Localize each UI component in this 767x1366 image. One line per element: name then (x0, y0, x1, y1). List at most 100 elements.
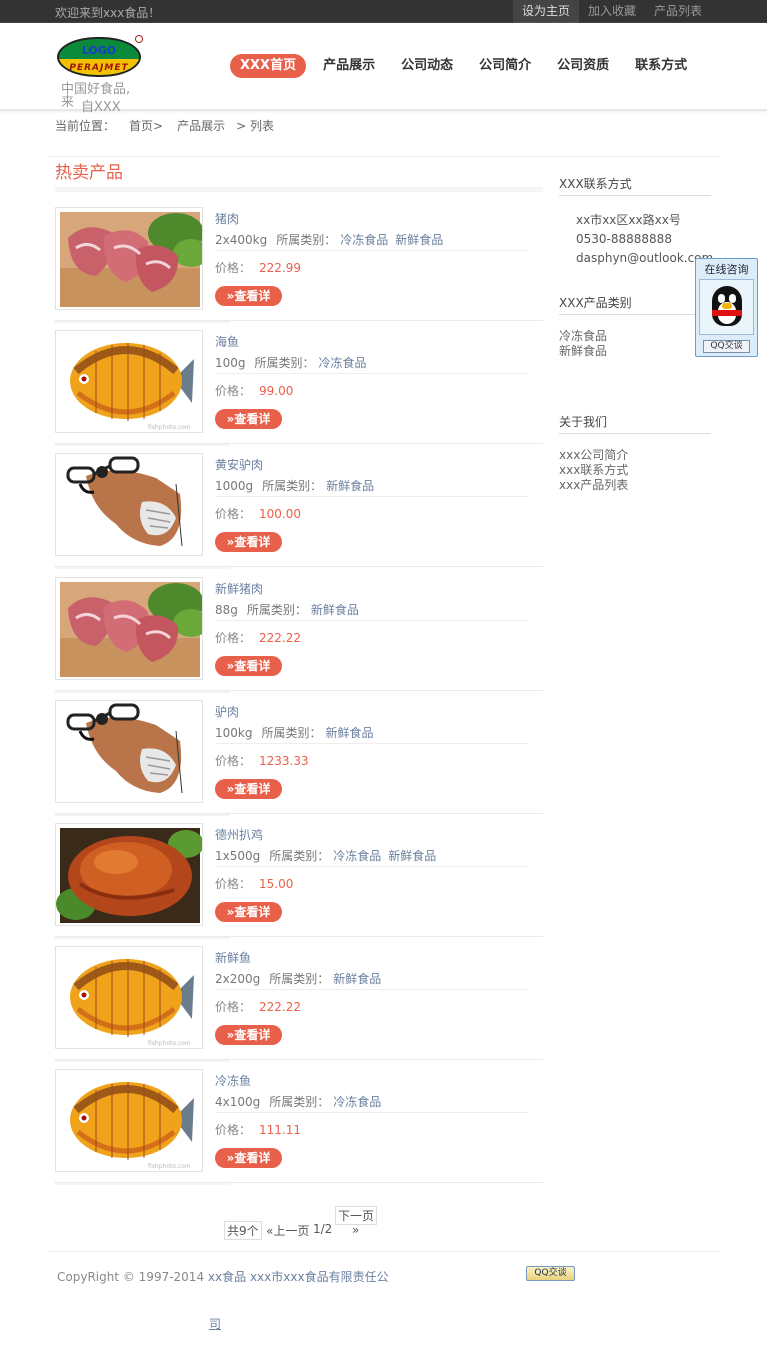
view-detail-button[interactable]: »查看详 (215, 656, 282, 676)
product-image[interactable] (55, 700, 203, 803)
product-name[interactable]: 德州扒鸡 (215, 826, 263, 843)
site-header: LOGO PERAJMET 中国好食品,来 自XXX XXX首页 产品展示 公司… (0, 23, 767, 114)
product-spec: 88g (215, 603, 238, 617)
product-name[interactable]: 新鲜猪肉 (215, 580, 263, 597)
product-price: 价格： 15.00 (215, 875, 293, 892)
sidebar-about-item[interactable]: xxx产品列表 (559, 478, 711, 493)
product-category-link[interactable]: 冷冻食品 (319, 356, 367, 370)
product-category-link[interactable]: 新鲜食品 (326, 726, 374, 740)
site-logo[interactable]: LOGO PERAJMET (57, 35, 143, 81)
sidebar-category-item[interactable]: 新鲜食品 (559, 344, 711, 359)
product-category-link[interactable]: 冷冻食品 (333, 849, 381, 863)
product-name[interactable]: 驴肉 (215, 703, 239, 720)
footer-divider (48, 1251, 720, 1252)
divider (48, 156, 720, 157)
price-label: 价格： (215, 384, 252, 398)
product-category-link[interactable]: 冷冻食品 (340, 233, 388, 247)
product-meta: 88g 所属类别： 新鲜食品 (215, 601, 528, 621)
product-category-link[interactable]: 冷冻食品 (333, 1095, 381, 1109)
welcome-text: 欢迎来到xxx食品！ (55, 6, 161, 20)
product-category-link[interactable]: 新鲜食品 (388, 849, 436, 863)
product-name[interactable]: 黄安驴肉 (215, 456, 263, 473)
price-value: 222.99 (259, 261, 302, 275)
section-title: 热卖产品 (55, 163, 123, 183)
product-price: 价格： 99.00 (215, 382, 293, 399)
product-image[interactable] (55, 453, 203, 556)
price-label: 价格： (215, 754, 252, 768)
pager-prev[interactable]: «上一页 (266, 1222, 309, 1239)
contact-address: xx市xx区xx路xx号 (576, 213, 681, 227)
product-name[interactable]: 新鲜鱼 (215, 949, 251, 966)
add-favorite-link[interactable]: 加入收藏 (579, 0, 645, 23)
product-image[interactable]: fishphoto.com (55, 330, 203, 433)
view-detail-button[interactable]: »查看详 (215, 902, 282, 922)
view-detail-button[interactable]: »查看详 (215, 1148, 282, 1168)
product-meta: 1000g 所属类别： 新鲜食品 (215, 477, 528, 497)
product-item: 驴肉 100kg 所属类别： 新鲜食品 价格： 1233.33 »查看详 (55, 700, 543, 824)
product-divider (55, 1059, 543, 1062)
product-category-link[interactable]: 新鲜食品 (395, 233, 443, 247)
breadcrumb-home[interactable]: 首页> (129, 117, 163, 134)
footer: CopyRight © 1997-2014 xx食品 xxx市xxx食品有限责任… (57, 1268, 389, 1285)
footer-link-company[interactable]: xxx市xxx食品有限责任公 (250, 1270, 389, 1284)
product-list-link[interactable]: 产品列表 (645, 0, 711, 23)
product-image[interactable] (55, 577, 203, 680)
nav-home[interactable]: XXX首页 (230, 54, 307, 78)
category-label: 所属类别： (269, 849, 330, 863)
product-image[interactable]: fishphoto.com (55, 946, 203, 1049)
pager-next-arrow[interactable]: » (352, 1223, 359, 1237)
pager-total: 共9个 (224, 1221, 262, 1240)
product-name[interactable]: 海鱼 (215, 333, 239, 350)
sidebar-contact-title: XXX联系方式 (559, 175, 711, 196)
view-detail-button[interactable]: »查看详 (215, 409, 282, 429)
product-image[interactable] (55, 207, 203, 310)
view-detail-button[interactable]: »查看详 (215, 1025, 282, 1045)
top-links: 设为主页 加入收藏 产品列表 (512, 0, 711, 23)
product-image[interactable]: fishphoto.com (55, 1069, 203, 1172)
set-homepage-link[interactable]: 设为主页 (512, 0, 579, 23)
product-item: 德州扒鸡 1x500g 所属类别： 冷冻食品 新鲜食品价格： 15.00 »查看详 (55, 823, 543, 947)
footer-link-brand[interactable]: xx食品 (208, 1270, 246, 1284)
product-image[interactable] (55, 823, 203, 926)
sidebar-about-item[interactable]: xxx联系方式 (559, 463, 711, 478)
product-spec: 100g (215, 356, 246, 370)
product-category-link[interactable]: 新鲜食品 (333, 972, 381, 986)
price-value: 222.22 (259, 1000, 302, 1014)
logo-text: LOGO (81, 44, 117, 57)
view-detail-button[interactable]: »查看详 (215, 286, 282, 306)
nav-products[interactable]: 产品展示 (323, 54, 375, 78)
product-item: fishphoto.com 新鲜鱼 2x200g 所属类别： 新鲜食品 价格： 222.22… (55, 946, 543, 1070)
product-price: 价格： 222.99 (215, 259, 301, 276)
breadcrumb-products[interactable]: 产品展示 (177, 117, 225, 134)
nav-qualification[interactable]: 公司资质 (557, 54, 609, 78)
nav-news[interactable]: 公司动态 (401, 54, 453, 78)
contact-email: dasphyn@outlook.com (576, 251, 714, 265)
qq-consult-widget[interactable]: 在线咨询 QQ交谈 (695, 258, 758, 357)
price-label: 价格： (215, 877, 252, 891)
product-divider (55, 936, 543, 939)
product-category-link[interactable]: 新鲜食品 (311, 603, 359, 617)
product-name[interactable]: 猪肉 (215, 210, 239, 227)
product-item: 猪肉 2x400kg 所属类别： 冷冻食品 新鲜食品 价格： 222.99 »查看详 (55, 207, 543, 331)
product-category-link[interactable]: 新鲜食品 (326, 479, 374, 493)
view-detail-button[interactable]: »查看详 (215, 779, 282, 799)
nav-about[interactable]: 公司简介 (479, 54, 531, 78)
footer-link-company-wrap[interactable]: 司 (209, 1315, 221, 1332)
sidebar-about-item[interactable]: xxx公司简介 (559, 448, 711, 463)
contact-info: xx市xx区xx路xx号 0530-88888888 dasphyn@outlo… (576, 211, 713, 268)
logo-subtext: PERAJMET (69, 63, 129, 73)
qq-chat-badge[interactable]: QQ交谈 (526, 1266, 575, 1281)
view-detail-button[interactable]: »查看详 (215, 532, 282, 552)
section-divider (55, 187, 543, 192)
qq-penguin-icon (699, 279, 754, 335)
nav-contact[interactable]: 联系方式 (635, 54, 687, 78)
pager-page: 1/2 (313, 1222, 333, 1236)
sidebar-category-item[interactable]: 冷冻食品 (559, 329, 711, 344)
svg-text:fishphoto.com: fishphoto.com (148, 1163, 191, 1170)
qq-chat-button[interactable]: QQ交谈 (703, 340, 750, 353)
product-spec: 1x500g (215, 849, 261, 863)
product-name[interactable]: 冷冻鱼 (215, 1072, 251, 1089)
svg-text:fishphoto.com: fishphoto.com (148, 1040, 191, 1047)
product-price: 价格： 222.22 (215, 629, 301, 646)
category-label: 所属类别： (254, 356, 315, 370)
